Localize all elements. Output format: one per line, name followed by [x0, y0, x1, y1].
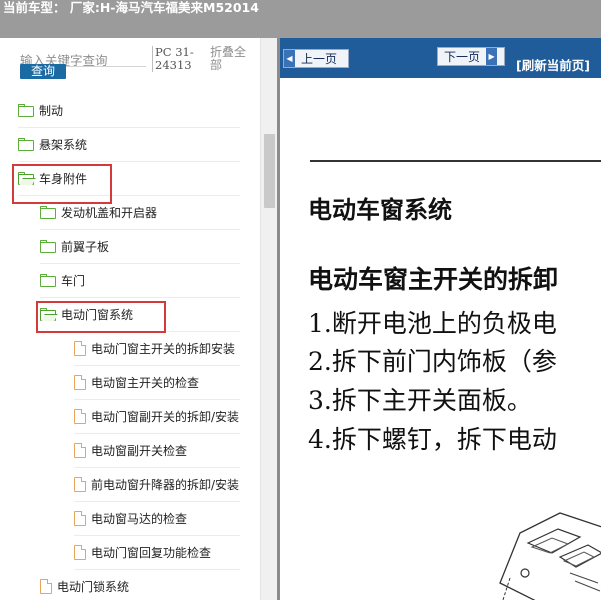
tree-item[interactable]: 电动窗马达的检查 — [74, 502, 240, 536]
tree-item[interactable]: 前翼子板 — [40, 230, 240, 264]
doc-step-4: 4.拆下螺钉，拆下电动 — [308, 425, 557, 454]
tree-item-label: 制动 — [39, 104, 64, 118]
tree-item[interactable]: 电动窗主开关的检查 — [74, 366, 240, 400]
refresh-page-button[interactable]: [刷新当前页] — [516, 55, 590, 74]
document-icon — [40, 579, 52, 594]
prev-page-button[interactable]: ◀ 上一页 — [283, 49, 349, 68]
folder-icon — [40, 274, 56, 287]
switch-illustration — [499, 512, 601, 600]
tree-item[interactable]: 电动门窗回复功能检查 — [74, 536, 240, 570]
tree-item-label: 电动门窗副开关的拆卸/安装 — [91, 410, 240, 424]
tree-item-label: 悬架系统 — [39, 138, 88, 152]
highlight-power-window-system — [36, 301, 166, 333]
title-rule — [310, 160, 601, 162]
tree-item-label: 电动门窗主开关的拆卸安装 — [91, 342, 236, 356]
highlight-body-accessories — [12, 164, 112, 204]
document-icon — [74, 477, 86, 492]
document-icon — [74, 443, 86, 458]
document-icon — [74, 341, 86, 356]
doc-title: 电动车窗系统 — [308, 196, 452, 224]
document-icon — [74, 545, 86, 560]
document-icon — [74, 511, 86, 526]
tree-item-label: 电动窗主开关的检查 — [91, 376, 200, 390]
document-icon — [74, 409, 86, 424]
tree-item[interactable]: 电动门窗主开关的拆卸安装 — [74, 332, 240, 366]
tree-item-label: 电动窗副开关检查 — [91, 444, 188, 458]
next-page-label: 下一页 — [444, 50, 481, 64]
current-vehicle-label: 当前车型： 厂家:H-海马汽车福美来M52014 — [3, 0, 259, 15]
tree-item-label: 电动窗马达的检查 — [91, 512, 188, 526]
query-button[interactable]: 查询 — [20, 64, 66, 79]
tree-item[interactable]: 悬架系统 — [18, 128, 240, 162]
pc-code-label: PC 31-24313 — [152, 46, 202, 72]
tree-item-label: 车门 — [61, 274, 86, 288]
tree-item-label: 电动门窗回复功能检查 — [91, 546, 212, 560]
doc-step-1: 1.断开电池上的负极电 — [308, 309, 557, 338]
tree-item[interactable]: 电动门窗副开关的拆卸/安装 — [74, 400, 240, 434]
tree-item-label: 电动门锁系统 — [57, 580, 130, 594]
tree-item-label: 前翼子板 — [61, 240, 110, 254]
top-bar: 当前车型： 厂家:H-海马汽车福美来M52014 — [0, 0, 601, 38]
folder-icon — [18, 104, 34, 117]
arrow-right-icon: ▶ — [486, 48, 498, 65]
scrollbar-thumb[interactable] — [264, 134, 275, 208]
doc-step-3: 3.拆下主开关面板。 — [308, 386, 532, 415]
tree-item[interactable]: 车门 — [40, 264, 240, 298]
prev-page-label: 上一页 — [301, 52, 338, 66]
doc-subtitle: 电动车窗主开关的拆卸 — [308, 265, 559, 294]
sidebar-scrollbar[interactable] — [260, 38, 277, 600]
tree-item[interactable]: 电动门锁系统 — [40, 570, 240, 600]
folder-icon — [40, 240, 56, 253]
tree-item[interactable]: 电动窗副开关检查 — [74, 434, 240, 468]
folder-icon — [40, 206, 56, 219]
tree-item[interactable]: 制动 — [18, 94, 240, 128]
tree-item-label: 前电动窗升降器的拆卸/安装 — [91, 478, 240, 492]
tree-item-label: 发动机盖和开启器 — [61, 206, 158, 220]
document-icon — [74, 375, 86, 390]
doc-step-2: 2.拆下前门内饰板（参 — [308, 347, 557, 376]
folder-icon — [18, 138, 34, 151]
next-page-button[interactable]: 下一页 ▶ — [437, 47, 505, 66]
tree-item[interactable]: 前电动窗升降器的拆卸/安装 — [74, 468, 240, 502]
arrow-left-icon: ◀ — [284, 50, 295, 67]
document-page: 电动车窗系统 电动车窗主开关的拆卸 1.断开电池上的负极电 2.拆下前门内饰板（… — [280, 78, 601, 600]
collapse-all-button[interactable]: 折叠全部 — [210, 46, 254, 72]
